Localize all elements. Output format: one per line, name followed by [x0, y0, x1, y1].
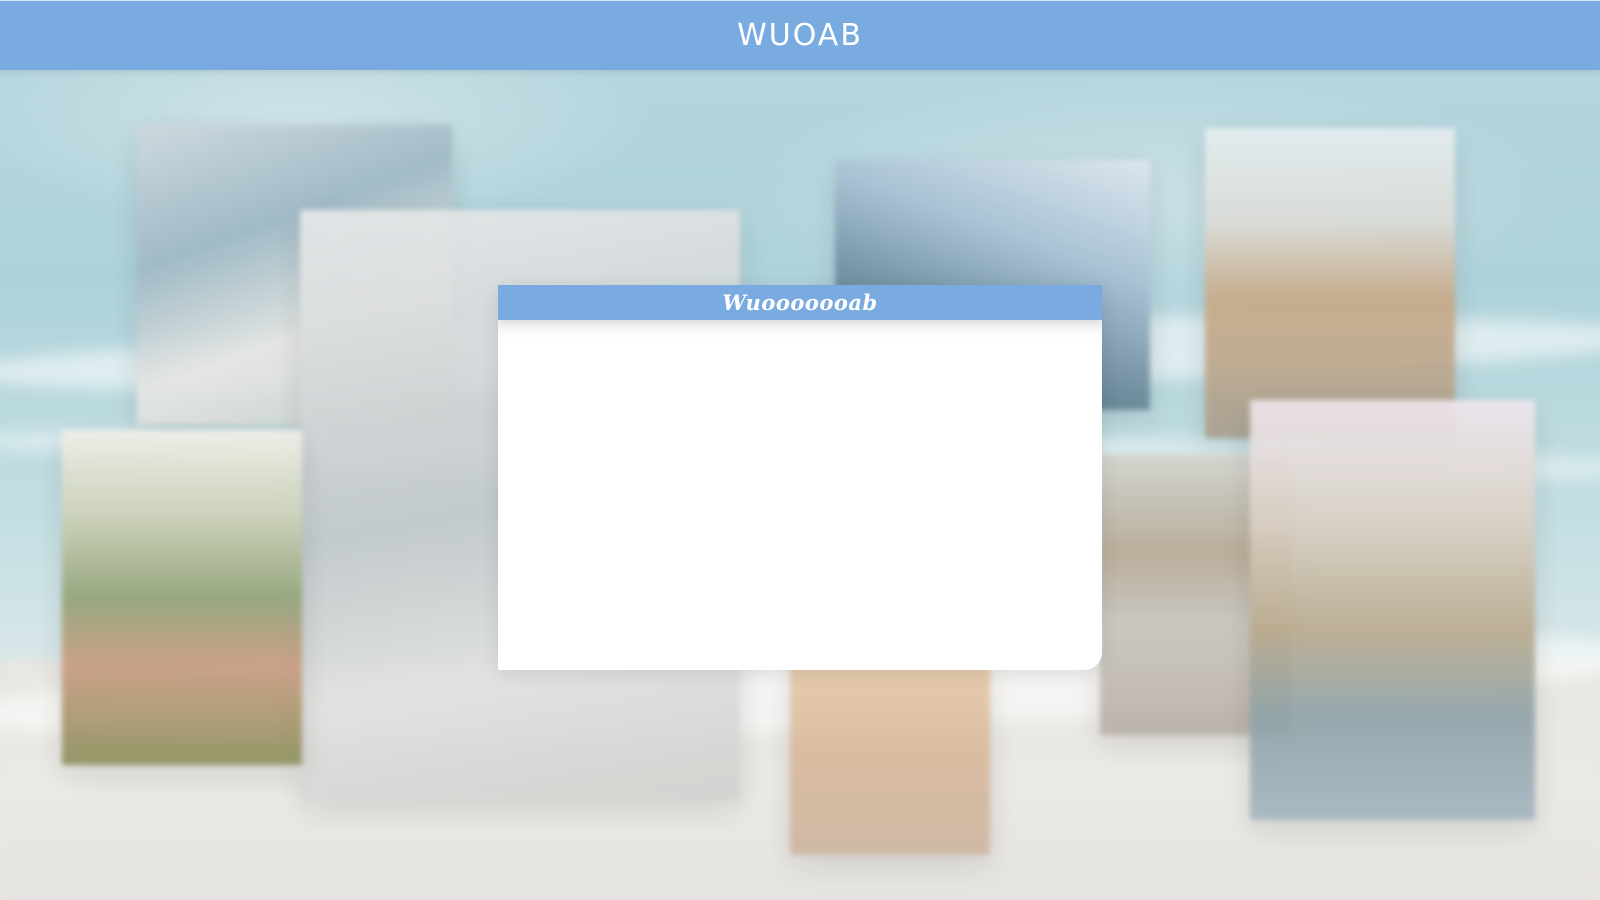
photo-couple-mountain — [62, 430, 302, 765]
dialog-titlebar[interactable]: Wuooooooab — [498, 285, 1102, 320]
app-title: WUOAB — [737, 18, 863, 53]
dialog-title: Wuooooooab — [722, 290, 878, 315]
dialog-body — [498, 320, 1102, 670]
photo-tower-friends — [1250, 400, 1535, 820]
photo-road-desert — [1205, 128, 1455, 438]
top-header-bar: WUOAB — [0, 0, 1600, 70]
photo-sand-footprints — [790, 665, 990, 855]
dialog-window[interactable]: Wuooooooab — [498, 285, 1102, 670]
